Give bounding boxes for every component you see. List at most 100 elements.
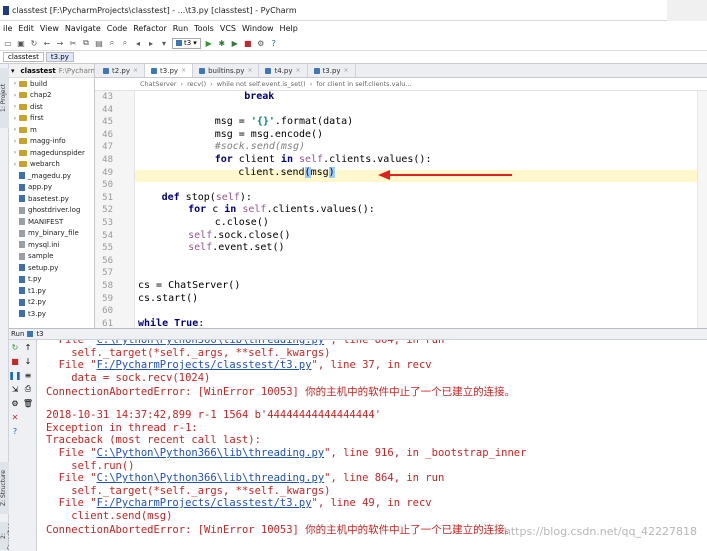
menu-vcs[interactable]: VCS xyxy=(220,24,236,33)
console-line: File "C:\Python\Python366\lib\threading.… xyxy=(46,446,527,459)
tree-item[interactable]: › magg-info xyxy=(9,136,94,148)
nav-forward-icon[interactable]: ▸ xyxy=(146,38,156,48)
tree-item[interactable]: t.py xyxy=(9,274,94,286)
favorites-tool-tab[interactable]: 2: Favorites xyxy=(0,522,14,550)
scroll-up-icon[interactable]: ↑ xyxy=(23,342,33,352)
run-tab-t3[interactable]: t3 xyxy=(36,330,43,338)
editor-scrollbar[interactable] xyxy=(697,91,707,328)
settings-icon[interactable]: ⚙ xyxy=(10,398,20,408)
tree-item[interactable]: › first xyxy=(9,113,94,125)
nav-project[interactable]: classtest xyxy=(3,52,44,62)
console-line: ConnectionAbortedError: [WinError 10053]… xyxy=(46,386,516,399)
save-icon[interactable]: ▣ xyxy=(16,38,26,48)
stop-icon[interactable]: ■ xyxy=(10,356,20,366)
tree-item[interactable]: › webarch xyxy=(9,159,94,171)
editor-tab[interactable]: t4.py × xyxy=(259,64,308,77)
code-line: while True: xyxy=(138,317,205,328)
back-icon[interactable]: ← xyxy=(42,38,52,48)
editor-tab-label: t3.py xyxy=(322,66,341,75)
tree-item[interactable]: › dist xyxy=(9,101,94,113)
line-number: 55 xyxy=(102,243,113,254)
project-panel: ▾ classtest F:\Pycharm › build › chap2 › dist… xyxy=(9,64,95,328)
structure-tool-tab[interactable]: Z: Structure xyxy=(0,462,9,514)
clear-icon[interactable]: 🗑 xyxy=(23,398,33,408)
run-console[interactable]: https://blog.csdn.net/qq_42227818 File "… xyxy=(37,340,707,551)
tree-item[interactable]: MANIFEST xyxy=(9,216,94,228)
sync-icon[interactable]: ↻ xyxy=(29,38,39,48)
copy-icon[interactable]: ⧉ xyxy=(81,38,91,48)
tree-item-label: first xyxy=(30,114,44,123)
forward-icon[interactable]: → xyxy=(55,38,65,48)
tree-item-label: t2.py xyxy=(28,298,47,307)
breadcrumb-item[interactable]: while not self.event.is_set() xyxy=(217,80,306,88)
project-tool-tab[interactable]: 1: Project xyxy=(0,68,9,128)
menu-help[interactable]: Help xyxy=(280,24,298,33)
debug-icon[interactable]: ✱ xyxy=(217,38,227,48)
tree-item[interactable]: basetest.py xyxy=(9,193,94,205)
tree-item[interactable]: t2.py xyxy=(9,297,94,309)
open-folder-icon[interactable]: ▭ xyxy=(3,38,13,48)
breadcrumb-item[interactable]: ChatServer xyxy=(140,80,177,88)
window-controls[interactable] xyxy=(667,0,707,21)
close-icon[interactable]: ✕ xyxy=(10,412,20,422)
stop-icon[interactable]: ■ xyxy=(243,38,253,48)
tree-item[interactable]: sample xyxy=(9,251,94,263)
breadcrumb-item[interactable]: for client in self.clients.valu... xyxy=(316,80,411,88)
print-icon[interactable]: ⎙ xyxy=(23,384,33,394)
editor-tab[interactable]: t2.py × xyxy=(97,64,146,77)
tree-item[interactable]: › build xyxy=(9,78,94,90)
editor-tab[interactable]: builtins.py × xyxy=(193,64,260,77)
code-editor[interactable]: break msg = '{}'.format(data) msg = msg.en… xyxy=(135,91,707,328)
tree-item[interactable]: › m xyxy=(9,124,94,136)
menu-file[interactable]: ile xyxy=(3,24,12,33)
nav-file[interactable]: t3.py xyxy=(45,52,74,62)
file-icon xyxy=(19,264,25,272)
scroll-down-icon[interactable]: ↓ xyxy=(23,356,33,366)
tree-item[interactable]: setup.py xyxy=(9,262,94,274)
close-icon[interactable]: × xyxy=(344,67,349,74)
line-number: 58 xyxy=(102,281,113,291)
project-root[interactable]: ▾ classtest F:\Pycharm xyxy=(9,64,94,78)
build-icon[interactable]: ▾ xyxy=(159,38,169,48)
nav-back-icon[interactable]: ◂ xyxy=(133,38,143,48)
restore-layout-icon[interactable]: ⇲ xyxy=(10,384,20,394)
tree-item[interactable]: _magedu.py xyxy=(9,170,94,182)
tree-item[interactable]: my_binary_file xyxy=(9,228,94,240)
menu-run[interactable]: Run xyxy=(173,24,188,33)
menu-edit[interactable]: Edit xyxy=(18,24,34,33)
menu-view[interactable]: View xyxy=(40,24,59,33)
replace-icon[interactable]: ⌕ xyxy=(120,38,130,48)
find-icon[interactable]: ⌕ xyxy=(107,38,117,48)
rerun-icon[interactable]: ↻ xyxy=(10,342,20,352)
close-icon[interactable]: × xyxy=(247,67,252,74)
soft-wrap-icon[interactable]: ≡ xyxy=(23,370,33,380)
tree-item[interactable]: ghostdriver.log xyxy=(9,205,94,217)
tree-item[interactable]: mysql.ini xyxy=(9,239,94,251)
tree-item[interactable]: › magedunspider xyxy=(9,147,94,159)
editor-tab-label: t2.py xyxy=(112,66,131,75)
cut-icon[interactable]: ✂ xyxy=(68,38,78,48)
close-icon[interactable]: × xyxy=(133,67,138,74)
tree-item[interactable]: app.py xyxy=(9,182,94,194)
breadcrumb-item[interactable]: recv() xyxy=(187,80,206,88)
coverage-icon[interactable]: ▶ xyxy=(230,38,240,48)
menu-window[interactable]: Window xyxy=(242,24,274,33)
help-icon[interactable]: ? xyxy=(10,426,20,436)
pause-icon[interactable]: ❚❚ xyxy=(8,370,21,380)
close-icon[interactable]: × xyxy=(181,67,186,74)
editor-tab[interactable]: t3.py × xyxy=(145,64,194,77)
menu-refactor[interactable]: Refactor xyxy=(133,24,167,33)
run-icon[interactable]: ▶ xyxy=(204,38,214,48)
settings-icon[interactable]: ⚙ xyxy=(256,38,266,48)
help-icon[interactable]: ? xyxy=(269,38,279,48)
menu-navigate[interactable]: Navigate xyxy=(65,24,101,33)
paste-icon[interactable]: ▤ xyxy=(94,38,104,48)
tree-item[interactable]: t1.py xyxy=(9,285,94,297)
menu-tools[interactable]: Tools xyxy=(194,24,214,33)
tree-item[interactable]: t3.py xyxy=(9,308,94,320)
menu-code[interactable]: Code xyxy=(107,24,127,33)
run-config-select[interactable]: t3 ▾ xyxy=(172,37,201,49)
editor-tab[interactable]: t3.py × xyxy=(308,64,356,77)
close-icon[interactable]: × xyxy=(296,67,301,74)
tree-item[interactable]: › chap2 xyxy=(9,90,94,102)
